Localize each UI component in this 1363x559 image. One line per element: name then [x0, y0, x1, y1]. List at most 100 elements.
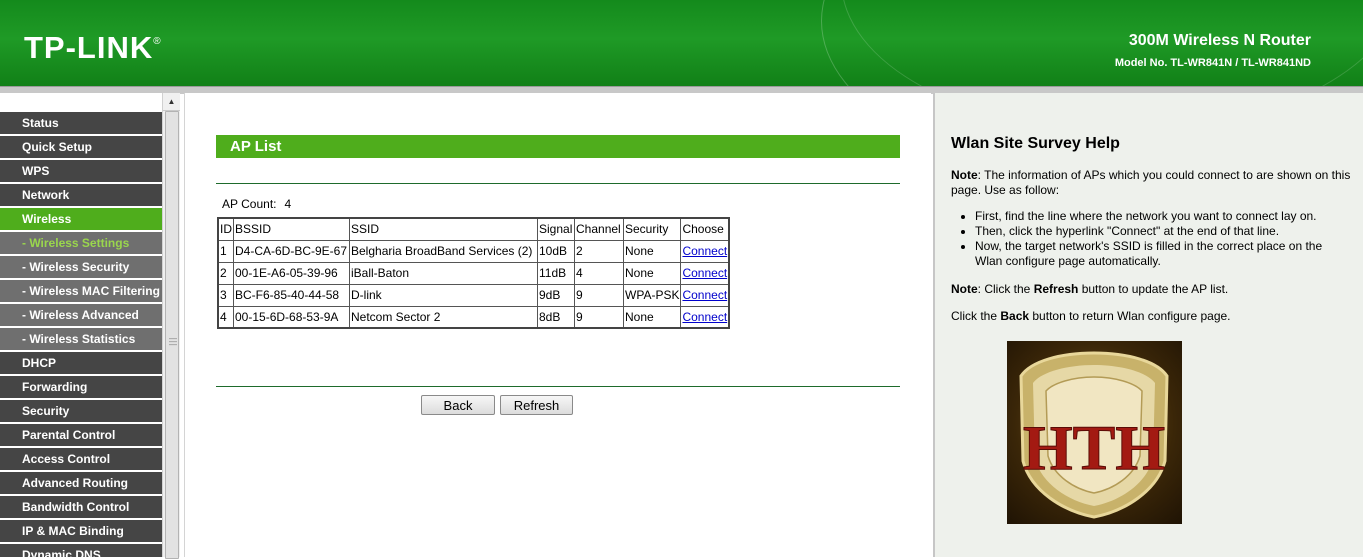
- registered-mark: ®: [153, 36, 162, 47]
- column-header: Channel: [574, 217, 624, 241]
- table-cell: Connect: [680, 261, 730, 285]
- ap-count-label: AP Count:: [222, 197, 277, 211]
- shield-emblem-icon: HTH: [1019, 351, 1169, 519]
- grip-icon: — — —: [169, 334, 177, 349]
- sidebar-item[interactable]: Parental Control: [0, 424, 162, 446]
- sidebar-item[interactable]: Advanced Routing: [0, 472, 162, 494]
- instruction-text: button to return Wlan configure page.: [1029, 309, 1231, 323]
- table-cell: Connect: [680, 305, 730, 329]
- table-cell: None: [622, 261, 682, 285]
- help-step: First, find the line where the network y…: [975, 209, 1351, 224]
- emblem-letters: HTH: [1023, 412, 1165, 483]
- scroll-up-arrow-icon[interactable]: ▲: [163, 93, 180, 111]
- sidebar-item[interactable]: - Wireless Advanced: [0, 304, 162, 326]
- column-header: ID: [217, 217, 234, 241]
- sidebar-item[interactable]: - Wireless Settings: [0, 232, 162, 254]
- sidebar-item[interactable]: Network: [0, 184, 162, 206]
- sidebar-item[interactable]: Dynamic DNS: [0, 544, 162, 557]
- sidebar-item[interactable]: IP & MAC Binding: [0, 520, 162, 542]
- divider-top: [216, 183, 900, 184]
- table-cell: 1: [217, 239, 234, 263]
- table-cell: 8dB: [537, 305, 575, 329]
- connect-link[interactable]: Connect: [682, 288, 727, 302]
- table-cell: iBall-Baton: [349, 261, 538, 285]
- table-cell: 3: [217, 283, 234, 307]
- sidebar-item[interactable]: - Wireless Statistics: [0, 328, 162, 350]
- table-cell: 00-15-6D-68-53-9A: [233, 305, 350, 329]
- sidebar-item[interactable]: Access Control: [0, 448, 162, 470]
- table-cell: Connect: [680, 283, 730, 307]
- table-cell: 9: [574, 283, 624, 307]
- note-text: : Click the: [977, 282, 1034, 296]
- sidebar-item[interactable]: Quick Setup: [0, 136, 162, 158]
- help-panel: Wlan Site Survey Help Note: The informat…: [933, 93, 1363, 557]
- sidebar-item[interactable]: Security: [0, 400, 162, 422]
- table-cell: D4-CA-6D-BC-9E-67: [233, 239, 350, 263]
- connect-link[interactable]: Connect: [682, 310, 727, 324]
- table-cell: 9dB: [537, 283, 575, 307]
- help-steps-list: First, find the line where the network y…: [975, 209, 1351, 269]
- sidebar-item[interactable]: Status: [0, 112, 162, 134]
- column-header: Signal: [537, 217, 575, 241]
- sidebar-item[interactable]: - Wireless MAC Filtering: [0, 280, 162, 302]
- sidebar-item[interactable]: Wireless: [0, 208, 162, 230]
- tp-link-logo: TP-LINK®: [24, 30, 162, 66]
- instruction-back-word: Back: [1000, 309, 1030, 323]
- page-title: AP List: [216, 135, 900, 158]
- column-header: Choose: [680, 217, 730, 241]
- note-label: Note: [951, 168, 978, 182]
- sidebar-scrollbar[interactable]: ▲ — — —: [162, 93, 180, 559]
- note-label: Note: [951, 282, 978, 296]
- table-cell: 4: [217, 305, 234, 329]
- sidebar-item[interactable]: Bandwidth Control: [0, 496, 162, 518]
- ap-list-table: ID BSSID SSID Signal Channel Security Choose 1 D…: [217, 217, 731, 329]
- column-header: SSID: [349, 217, 538, 241]
- sidebar-item[interactable]: Forwarding: [0, 376, 162, 398]
- divider-bottom: [216, 386, 900, 387]
- ap-count-value: 4: [284, 197, 292, 211]
- note-refresh-word: Refresh: [1033, 282, 1079, 296]
- help-step: Now, the target network's SSID is filled…: [975, 239, 1351, 269]
- table-cell: None: [622, 239, 682, 263]
- help-step: Then, click the hyperlink "Connect" at t…: [975, 224, 1351, 239]
- table-header-row: ID BSSID SSID Signal Channel Security Choose: [217, 217, 730, 241]
- sidebar-menu: Status Quick Setup WPS Network Wireless - Wir…: [0, 93, 162, 557]
- connect-link[interactable]: Connect: [682, 266, 727, 280]
- table-cell: None: [622, 305, 682, 329]
- hth-emblem-image: HTH: [1007, 341, 1182, 524]
- logo-text: TP-LINK: [24, 30, 154, 65]
- table-cell: 2: [574, 239, 624, 263]
- table-row: 4 00-15-6D-68-53-9A Netcom Sector 2 8dB 9 Non…: [217, 305, 730, 329]
- table-row: 3 BC-F6-85-40-44-58 D-link 9dB 9 WPA-PSK Conne…: [217, 283, 730, 307]
- header-banner: TP-LINK® 300M Wireless N Router Model No…: [0, 0, 1363, 86]
- table-row: 1 D4-CA-6D-BC-9E-67 Belgharia BroadBand Se…: [217, 239, 730, 263]
- instruction-text: Click the: [951, 309, 1001, 323]
- table-cell: 10dB: [537, 239, 575, 263]
- table-cell: WPA-PSK: [622, 283, 682, 307]
- column-header: BSSID: [233, 217, 350, 241]
- table-cell: 00-1E-A6-05-39-96: [233, 261, 350, 285]
- sidebar-item[interactable]: - Wireless Security: [0, 256, 162, 278]
- refresh-button[interactable]: Refresh: [500, 395, 573, 415]
- table-cell: BC-F6-85-40-44-58: [233, 283, 350, 307]
- sidebar-item[interactable]: WPS: [0, 160, 162, 182]
- scroll-thumb[interactable]: — — —: [165, 111, 179, 559]
- table-row: 2 00-1E-A6-05-39-96 iBall-Baton 11dB 4 None Co…: [217, 261, 730, 285]
- help-title: Wlan Site Survey Help: [951, 135, 1120, 152]
- model-number: Model No. TL-WR841N / TL-WR841ND: [1114, 57, 1311, 69]
- product-name: 300M Wireless N Router: [1128, 32, 1311, 49]
- column-header: Security: [622, 217, 682, 241]
- sidebar-item[interactable]: DHCP: [0, 352, 162, 374]
- main-content: AP List AP Count: 4 ID BSSID SSID Signal Chan…: [184, 93, 931, 557]
- ap-count: AP Count: 4: [222, 197, 291, 211]
- table-cell: Connect: [680, 239, 730, 263]
- help-note-refresh: Note: Click the Refresh button to update…: [951, 282, 1351, 297]
- note-text: : The information of APs which you could…: [951, 168, 1351, 197]
- back-button[interactable]: Back: [421, 395, 495, 415]
- table-cell: D-link: [349, 283, 538, 307]
- help-note-intro: Note: The information of APs which you c…: [951, 168, 1351, 198]
- connect-link[interactable]: Connect: [682, 244, 727, 258]
- table-cell: 4: [574, 261, 624, 285]
- table-cell: Belgharia BroadBand Services (2): [349, 239, 538, 263]
- help-back-instruction: Click the Back button to return Wlan con…: [951, 309, 1351, 324]
